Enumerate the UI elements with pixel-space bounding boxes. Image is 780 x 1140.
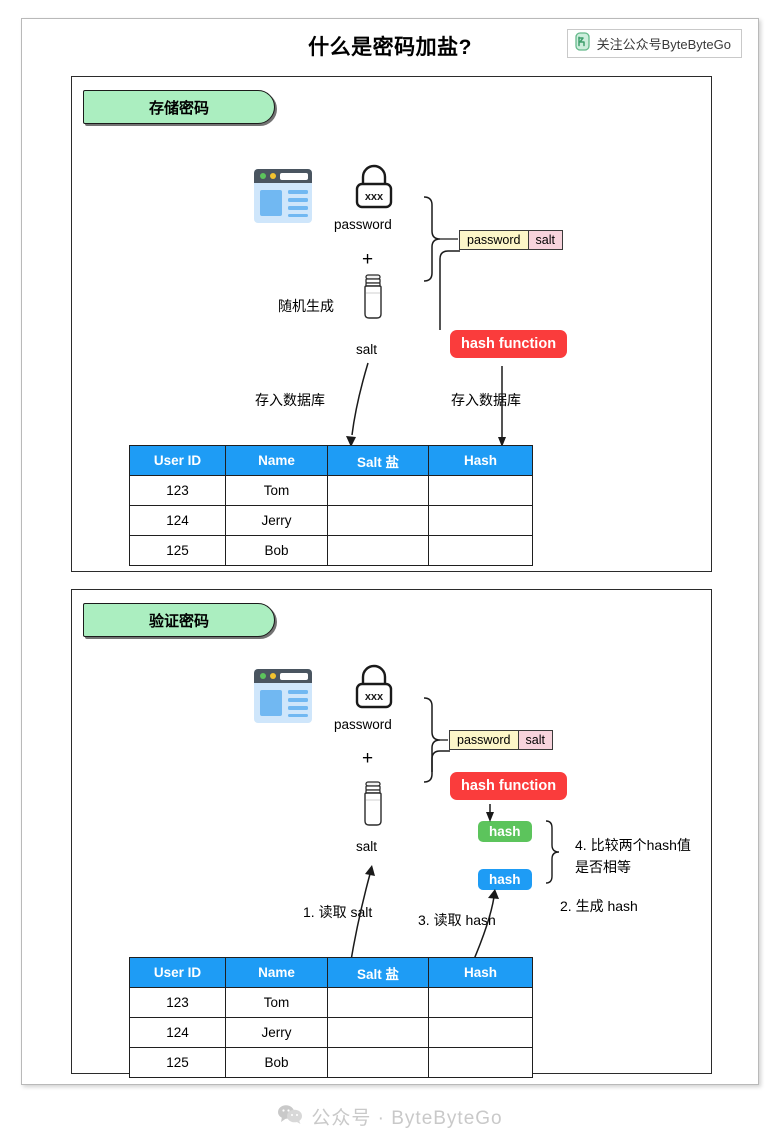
store-to-db-label-left: 存入数据库 [255, 392, 325, 408]
diagram-page: 什么是密码加盐? 关注公众号ByteByteGo 存储密码 xxx passwo… [21, 18, 759, 1085]
hash-function-box: hash function [450, 330, 568, 358]
cell-user-id: 125 [129, 1047, 226, 1078]
hash-chip-generated: hash [478, 821, 532, 842]
table-row: 125 Bob [129, 535, 533, 566]
salt-label: salt [356, 342, 378, 357]
step4-label-line1: 4. 比较两个hash值 [575, 837, 691, 853]
random-generate-label: 随机生成 [278, 298, 334, 314]
column-header-hash: Hash [428, 957, 533, 988]
svg-text:xxx: xxx [365, 691, 384, 703]
hash-function-box: hash function [450, 772, 568, 800]
cell-user-id: 123 [129, 475, 226, 506]
column-header-salt: Salt 盐 [327, 957, 429, 988]
column-header-name: Name [225, 957, 328, 988]
cell-salt [327, 1017, 429, 1048]
cell-name: Tom [225, 987, 328, 1018]
cell-user-id: 124 [129, 1017, 226, 1048]
chip-salt: salt [517, 731, 552, 749]
cell-hash [428, 1017, 533, 1048]
table-row: 123 Tom [129, 987, 533, 1018]
table-row: 124 Jerry [129, 505, 533, 536]
cell-name: Jerry [225, 505, 328, 536]
footer-watermark: 公众号 · ByteByteGo [0, 1103, 780, 1130]
page-header: 什么是密码加盐? 关注公众号ByteByteGo [22, 19, 758, 71]
cell-user-id: 125 [129, 535, 226, 566]
cell-name: Bob [225, 535, 328, 566]
store-to-db-label-right: 存入数据库 [451, 392, 521, 408]
column-header-user-id: User ID [129, 957, 226, 988]
column-header-hash: Hash [428, 445, 533, 476]
step2-label: 2. 生成 hash [560, 898, 638, 914]
password-salt-chip-group: password salt [459, 230, 563, 250]
cell-hash [428, 505, 533, 536]
table-header-row: User ID Name Salt 盐 Hash [129, 957, 533, 988]
chip-salt: salt [527, 231, 562, 249]
column-header-name: Name [225, 445, 328, 476]
table-row: 125 Bob [129, 1047, 533, 1078]
section-store-badge: 存储密码 [83, 90, 275, 124]
cell-salt [327, 987, 429, 1018]
step1-label: 1. 读取 salt [303, 904, 373, 920]
users-table-verify: User ID Name Salt 盐 Hash 123 Tom 124 Jer… [129, 957, 533, 1078]
table-row: 123 Tom [129, 475, 533, 506]
cell-salt [327, 1047, 429, 1078]
padlock-icon: xxx [350, 162, 398, 219]
wechat-follow-badge-label: 关注公众号ByteByteGo [596, 37, 731, 52]
wechat-follow-badge[interactable]: 关注公众号ByteByteGo [566, 29, 742, 58]
section-verify-password: 验证密码 xxx password + salt password salt h… [71, 589, 712, 1078]
cell-hash [428, 987, 533, 1018]
plus-symbol: + [362, 249, 374, 270]
chip-password: password [450, 731, 518, 749]
wechat-official-account-icon [574, 31, 590, 56]
step4-label-line2: 是否相等 [575, 859, 631, 875]
footer-label: 公众号 · ByteByteGo [311, 1108, 503, 1129]
cell-name: Bob [225, 1047, 328, 1078]
hash-chip-stored: hash [478, 869, 532, 890]
password-label: password [334, 217, 392, 232]
cell-salt [327, 535, 429, 566]
salt-shaker-icon [357, 273, 389, 326]
section-store-password: 存储密码 xxx password + 随机生成 salt password s… [71, 76, 712, 572]
users-table-store: User ID Name Salt 盐 Hash 123 Tom 124 Jer… [129, 445, 533, 566]
password-salt-chip-group: password salt [449, 730, 553, 750]
column-header-user-id: User ID [129, 445, 226, 476]
chip-password: password [460, 231, 528, 249]
section-verify-badge: 验证密码 [83, 603, 275, 637]
browser-window-icon [252, 665, 314, 732]
svg-text:xxx: xxx [365, 191, 384, 203]
salt-shaker-icon [357, 780, 389, 833]
padlock-icon: xxx [350, 662, 398, 719]
table-row: 124 Jerry [129, 1017, 533, 1048]
password-label: password [334, 717, 392, 732]
cell-salt [327, 505, 429, 536]
cell-hash [428, 475, 533, 506]
cell-user-id: 123 [129, 987, 226, 1018]
browser-window-icon [252, 165, 314, 232]
wechat-bubbles-icon [277, 1104, 303, 1129]
cell-hash [428, 1047, 533, 1078]
salt-label: salt [356, 839, 378, 854]
step3-label: 3. 读取 hash [418, 912, 496, 928]
table-header-row: User ID Name Salt 盐 Hash [129, 445, 533, 476]
cell-hash [428, 535, 533, 566]
cell-name: Jerry [225, 1017, 328, 1048]
plus-symbol: + [362, 748, 374, 769]
cell-name: Tom [225, 475, 328, 506]
column-header-salt: Salt 盐 [327, 445, 429, 476]
cell-salt [327, 475, 429, 506]
cell-user-id: 124 [129, 505, 226, 536]
